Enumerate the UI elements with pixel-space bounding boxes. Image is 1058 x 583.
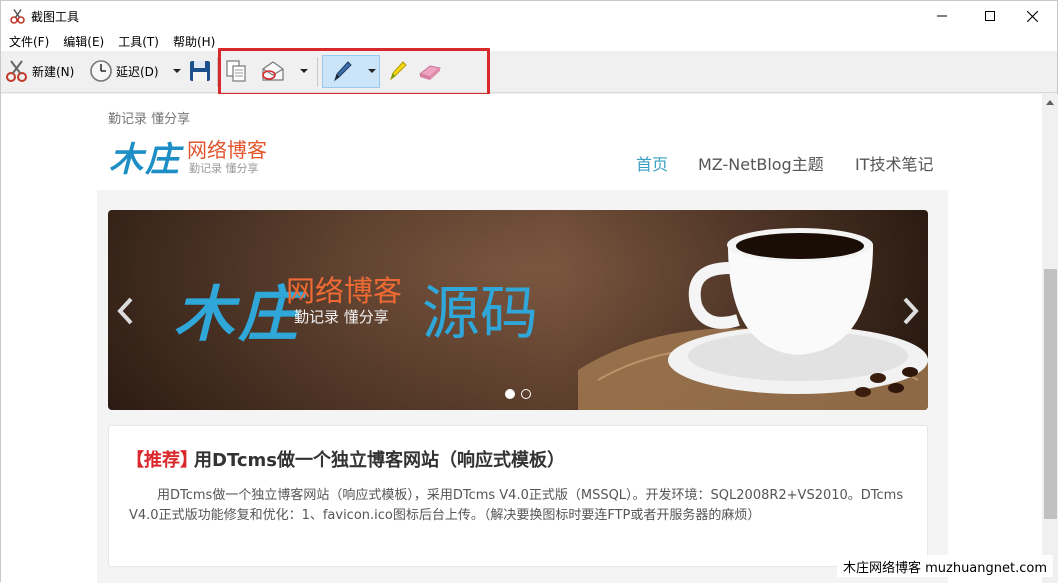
- post-title[interactable]: 用DTcms做一个独立博客网站（响应式模板）: [194, 446, 565, 472]
- save-button[interactable]: [188, 56, 212, 86]
- delay-label: 延迟(D): [116, 64, 159, 79]
- menu-bar: 文件(F) 编辑(E) 工具(T) 帮助(H): [1, 31, 1057, 51]
- nav-mz-netblog[interactable]: MZ-NetBlog主题: [698, 151, 824, 175]
- toolbar: 新建(N) 延迟(D): [1, 51, 1057, 93]
- coffee-cup-image: [578, 228, 928, 410]
- banner-logo-mark: 木庄: [174, 280, 302, 350]
- title-bar: 截图工具: [1, 1, 1057, 31]
- post-card: 【推荐】 用DTcms做一个独立博客网站（响应式模板） 用DTcms做一个独立博…: [108, 425, 928, 567]
- menu-help[interactable]: 帮助(H): [167, 33, 221, 50]
- banner-subtitle: 勤记录 懂分享: [294, 308, 389, 326]
- site-tagline: 勤记录 懂分享: [108, 112, 191, 127]
- menu-edit[interactable]: 编辑(E): [57, 33, 110, 50]
- scroll-up-icon[interactable]: [1046, 100, 1054, 105]
- maximize-icon: [985, 11, 995, 21]
- watermark: 木庄网络博客 muzhuangnet.com: [836, 555, 1053, 577]
- chevron-left-icon[interactable]: [116, 296, 136, 326]
- post-excerpt: 用DTcms做一个独立博客网站（响应式模板），采用DTcms V4.0正式版（M…: [129, 486, 914, 526]
- minimize-button-frame[interactable]: [919, 1, 965, 31]
- snip-canvas: 勤记录 懂分享 木庄 网络博客 勤记录 懂分享 首页 MZ-NetBlog主题 …: [1, 94, 1042, 583]
- chevron-down-icon: [172, 69, 181, 73]
- post-excerpt-text: 用DTcms做一个独立博客网站（响应式模板），采用DTcms V4.0正式版（M…: [129, 488, 904, 523]
- floppy-disk-icon: [190, 61, 210, 81]
- banner-carousel[interactable]: 木庄 网络博客 勤记录 懂分享 源码: [108, 210, 928, 410]
- scissors-icon: [10, 9, 25, 24]
- snipping-tool-window: 截图工具 文件(F) 编辑(E) 工具(T) 帮助(H) 新建(N) 延迟(D)…: [0, 0, 1058, 583]
- site-logo-mark: 木庄: [109, 140, 181, 180]
- site-logo-name: 网络博客: [187, 138, 267, 162]
- menu-tools[interactable]: 工具(T): [112, 33, 165, 50]
- banner-logo-name: 网络博客: [286, 274, 403, 308]
- nav-home[interactable]: 首页: [636, 151, 668, 175]
- carousel-dot-active[interactable]: [505, 389, 515, 399]
- post-tag: 【推荐】: [126, 450, 198, 471]
- minimize-glyph-icon: [937, 15, 947, 17]
- new-snip-label: 新建(N): [32, 64, 75, 79]
- chevron-right-icon[interactable]: [900, 296, 920, 326]
- new-snip-button[interactable]: 新建(N): [5, 56, 74, 86]
- close-icon: [1026, 10, 1038, 22]
- scroll-thumb[interactable]: [1044, 269, 1057, 519]
- window-title: 截图工具: [31, 10, 80, 24]
- annotation-highlight-box: [218, 48, 490, 96]
- delay-button[interactable]: 延迟(D): [89, 56, 181, 86]
- maximize-button-frame[interactable]: [967, 1, 1013, 31]
- clock-icon: [90, 60, 112, 82]
- site-logo-subtitle: 勤记录 懂分享: [189, 162, 259, 175]
- close-button[interactable]: [1009, 1, 1055, 31]
- nav-it-notes[interactable]: IT技术笔记: [855, 151, 934, 175]
- carousel-dot[interactable]: [521, 389, 531, 399]
- scissors-icon: [6, 60, 27, 82]
- vertical-scrollbar[interactable]: [1042, 94, 1058, 583]
- banner-source-text: 源码: [422, 279, 539, 347]
- menu-file[interactable]: 文件(F): [3, 33, 55, 50]
